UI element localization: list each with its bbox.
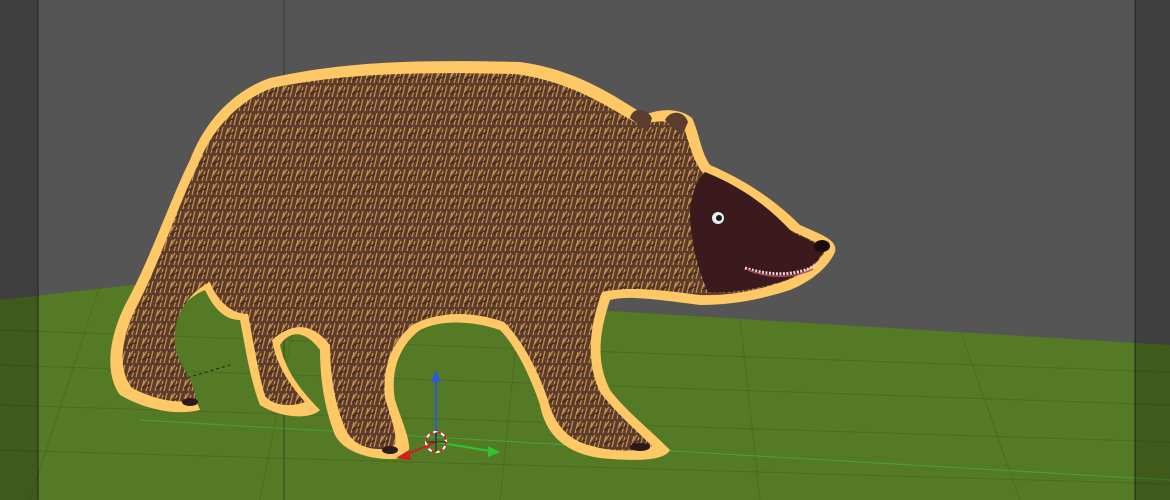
bear-pupil [716, 215, 722, 221]
viewport-canvas[interactable] [0, 0, 1170, 500]
left-panel-shade [0, 0, 38, 500]
bear-nose [814, 240, 830, 252]
right-panel-shade [1135, 0, 1170, 500]
3d-viewport[interactable] [0, 0, 1170, 500]
